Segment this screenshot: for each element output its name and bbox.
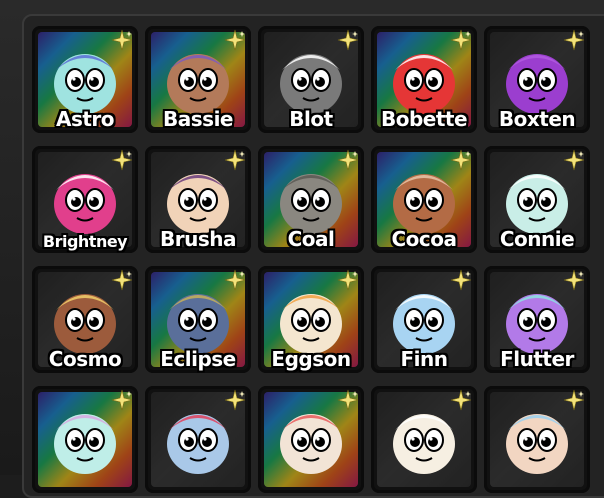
character-name-label: Cocoa [391, 227, 457, 251]
character-name-label: Bassie [163, 107, 233, 131]
character-card[interactable] [145, 386, 251, 493]
character-name-label: Brightney [42, 232, 128, 251]
sparkle-icon [224, 29, 246, 51]
character-name-label: Eclipse [160, 347, 236, 371]
sparkle-icon [111, 29, 133, 51]
character-name-label: Eggson [271, 347, 351, 371]
sparkle-icon [450, 29, 472, 51]
character-grid: Astro Bassie Blot Bobette Boxten Brightn… [32, 26, 590, 493]
character-name-label: Coal [287, 227, 335, 251]
character-card[interactable]: Brusha [145, 146, 251, 253]
character-card[interactable]: Cocoa [371, 146, 477, 253]
character-name-label: Boxten [498, 107, 576, 131]
sparkle-icon [224, 269, 246, 291]
character-name-label: Astro [55, 107, 115, 131]
character-card[interactable] [371, 386, 477, 493]
character-card[interactable] [32, 386, 138, 493]
sparkle-icon [563, 29, 585, 51]
character-card[interactable]: Bobette [371, 26, 477, 133]
character-card[interactable] [484, 386, 590, 493]
sparkle-icon [337, 389, 359, 411]
sparkle-icon [337, 149, 359, 171]
sparkle-icon [224, 149, 246, 171]
character-card[interactable] [258, 386, 364, 493]
character-name-label: Blot [289, 107, 333, 131]
character-card[interactable]: Brightney [32, 146, 138, 253]
character-name-label: Bobette [380, 107, 468, 131]
character-card[interactable]: Astro [32, 26, 138, 133]
sparkle-icon [563, 149, 585, 171]
character-card[interactable]: Cosmo [32, 266, 138, 373]
character-card[interactable]: Flutter [484, 266, 590, 373]
sparkle-icon [337, 269, 359, 291]
character-card[interactable]: Eggson [258, 266, 364, 373]
character-card[interactable]: Coal [258, 146, 364, 253]
sparkle-icon [450, 149, 472, 171]
character-card[interactable]: Finn [371, 266, 477, 373]
sparkle-icon [111, 389, 133, 411]
sparkle-icon [450, 269, 472, 291]
character-name-label: Flutter [500, 347, 574, 371]
sparkle-icon [450, 389, 472, 411]
character-card[interactable]: Boxten [484, 26, 590, 133]
sparkle-icon [111, 149, 133, 171]
sparkle-icon [337, 29, 359, 51]
sparkle-icon [563, 269, 585, 291]
character-card[interactable]: Blot [258, 26, 364, 133]
character-name-label: Finn [400, 347, 449, 371]
character-name-label: Brusha [160, 227, 236, 251]
sparkle-icon [111, 269, 133, 291]
character-name-label: Cosmo [48, 347, 122, 371]
character-card[interactable]: Bassie [145, 26, 251, 133]
character-card[interactable]: Connie [484, 146, 590, 253]
character-name-label: Connie [499, 227, 575, 251]
sparkle-icon [563, 389, 585, 411]
character-card[interactable]: Eclipse [145, 266, 251, 373]
sparkle-icon [224, 389, 246, 411]
